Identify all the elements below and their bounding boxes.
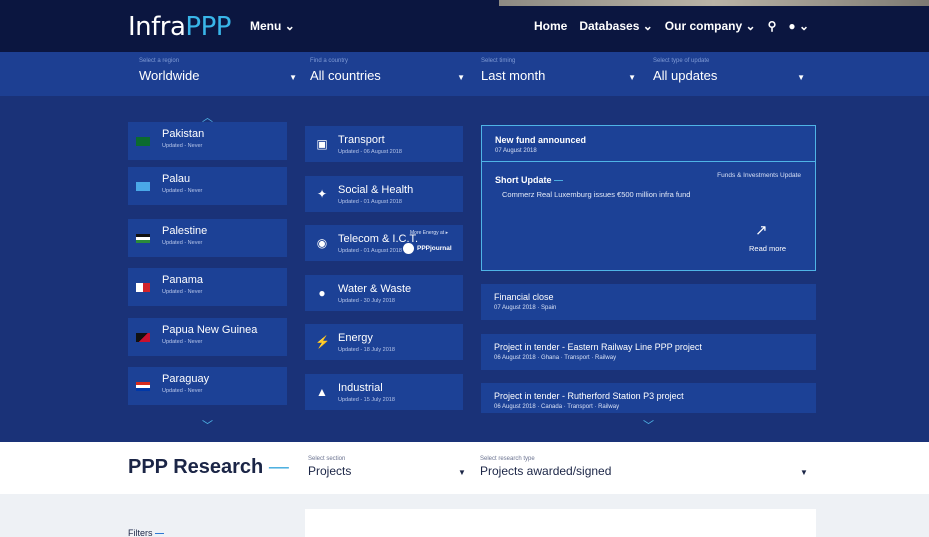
news-item[interactable]: Project in tender - Eastern Railway Line… — [481, 334, 816, 370]
scroll-down-icon[interactable]: ﹀ — [202, 417, 213, 433]
caret-down-icon: ▼ — [458, 468, 466, 477]
caret-down-icon: ▼ — [800, 468, 808, 477]
scroll-down-icon[interactable]: ﹀ — [643, 417, 654, 433]
country-item-paraguay[interactable]: Paraguay Updated - Never — [128, 367, 287, 405]
divider — [482, 161, 815, 162]
chevron-down-icon: ⌄ — [745, 19, 756, 33]
header-photo-strip — [499, 0, 929, 6]
country-item-papua-new-guinea[interactable]: Papua New Guinea Updated - Never — [128, 318, 287, 356]
sector-item-energy[interactable]: ⚡ Energy Updated - 18 July 2018 — [305, 324, 463, 360]
research-type-select[interactable]: Select research type Projects awarded/si… — [480, 456, 808, 480]
featured-date: 07 August 2018 — [495, 148, 537, 154]
results-panel — [305, 509, 816, 537]
featured-news-card[interactable]: New fund announced 07 August 2018 Short … — [481, 125, 816, 271]
featured-text: Commerz Real Luxemburg issues €500 milli… — [502, 190, 691, 199]
water-drop-icon: ● — [318, 286, 326, 300]
gear-icon — [403, 243, 414, 254]
flag-icon — [136, 382, 150, 391]
chevron-down-icon: ⌄ — [284, 19, 295, 33]
timing-select[interactable]: Select timing Last month ▼ — [481, 58, 636, 92]
caret-down-icon: ▼ — [797, 73, 805, 82]
train-icon: ▣ — [316, 137, 328, 151]
nav-our-company[interactable]: Our company ⌄ — [665, 19, 756, 33]
update-type-select[interactable]: Select type of update All updates ▼ — [653, 58, 805, 92]
region-select[interactable]: Select a region Worldwide ▼ — [139, 58, 297, 92]
flag-icon — [136, 283, 150, 292]
search-icon[interactable]: ⚲ — [768, 19, 777, 33]
featured-heading: Short Update — — [495, 175, 564, 185]
chevron-down-icon: ⌄ — [642, 19, 653, 33]
caret-down-icon: ▼ — [289, 73, 297, 82]
pppjournal-logo[interactable]: PPPjournal — [403, 243, 452, 254]
news-item[interactable]: Financial close 07 August 2018 · Spain — [481, 284, 816, 320]
news-item[interactable]: Project in tender - Rutherford Station P… — [481, 383, 816, 413]
country-item-palau[interactable]: Palau Updated - Never — [128, 167, 287, 205]
section-select[interactable]: Select section Projects ▼ — [308, 456, 466, 480]
more-energy-link[interactable]: More Energy at ▸ — [410, 230, 448, 236]
caret-down-icon: ▼ — [628, 73, 636, 82]
sector-item-industrial[interactable]: ▲ Industrial Updated - 15 July 2018 — [305, 374, 463, 410]
flag-icon — [136, 182, 150, 191]
flag-icon — [136, 333, 150, 342]
research-section: PPP Research — Select section Projects ▼… — [0, 442, 929, 494]
flag-icon — [136, 234, 150, 243]
satellite-icon: ◉ — [316, 236, 328, 250]
research-title: PPP Research — — [128, 456, 289, 478]
logo[interactable]: InfraPPP — [128, 12, 231, 42]
caret-down-icon: ▼ — [457, 73, 465, 82]
health-icon: ✦ — [316, 187, 328, 201]
filters-heading[interactable]: Filters — — [128, 528, 164, 537]
factory-icon: ▲ — [316, 385, 328, 399]
country-select[interactable]: Find a country All countries ▼ — [310, 58, 465, 92]
country-item-panama[interactable]: Panama Updated - Never — [128, 268, 287, 306]
flag-icon — [136, 137, 150, 146]
sector-item-transport[interactable]: ▣ Transport Updated - 06 August 2018 — [305, 126, 463, 162]
lightning-icon: ⚡ — [315, 335, 330, 349]
filter-bar: Select a region Worldwide ▼ Find a count… — [0, 52, 929, 96]
user-icon[interactable]: ● ⌄ — [788, 19, 809, 33]
country-item-pakistan[interactable]: Pakistan Updated - Never — [128, 122, 287, 160]
featured-title: New fund announced — [495, 135, 586, 145]
nav-home[interactable]: Home — [534, 19, 567, 33]
external-link-icon: ↗ — [755, 222, 768, 239]
sector-item-social-health[interactable]: ✦ Social & Health Updated - 01 August 20… — [305, 176, 463, 212]
nav-databases[interactable]: Databases ⌄ — [579, 19, 652, 33]
top-navbar: InfraPPP Menu ⌄ Home Databases ⌄ Our com… — [0, 0, 929, 52]
menu-button[interactable]: Menu ⌄ — [250, 19, 295, 33]
sector-item-water-waste[interactable]: ● Water & Waste Updated - 30 July 2018 — [305, 275, 463, 311]
main-nav: Home Databases ⌄ Our company ⌄ ⚲ ● ⌄ — [534, 19, 809, 33]
read-more-link[interactable]: Read more — [749, 244, 786, 253]
country-item-palestine[interactable]: Palestine Updated - Never — [128, 219, 287, 257]
featured-category: Funds & Investments Update — [717, 172, 801, 179]
